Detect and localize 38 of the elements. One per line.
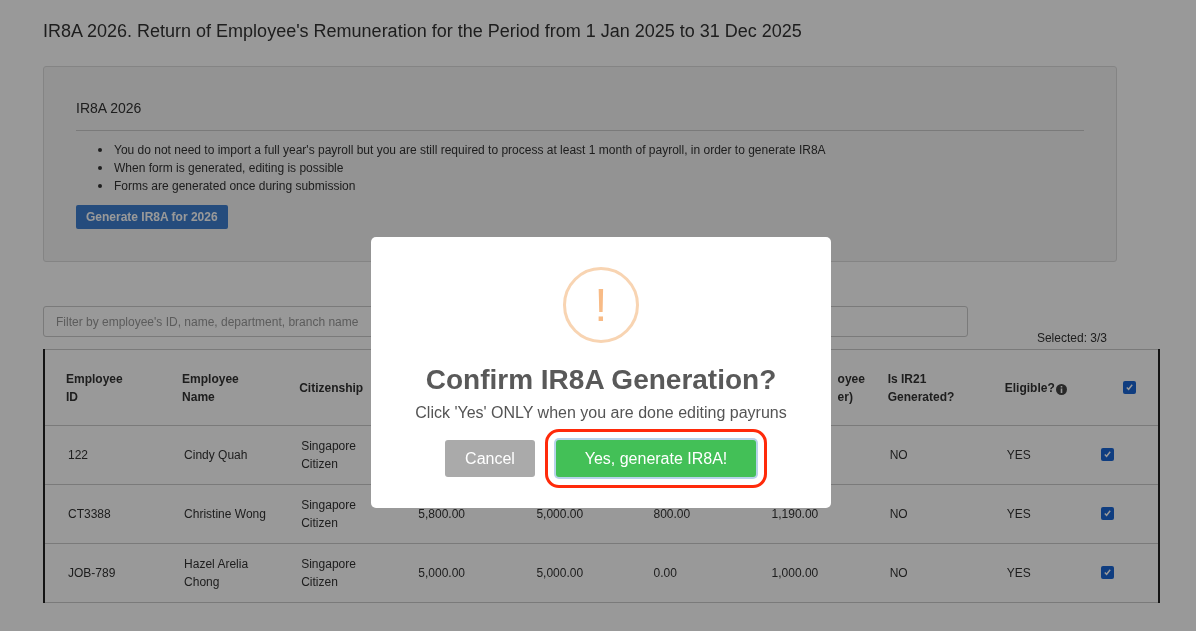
table-cell: YES (1006, 448, 1031, 462)
column-header: Employee ID (66, 371, 123, 404)
table-cell: 5,000.00 (418, 566, 465, 580)
table-cell: 5,000.00 (536, 507, 584, 521)
column-header: oyee er) (837, 370, 865, 406)
note-text: Forms are generated once during submission (114, 178, 356, 195)
page-title: IR8A 2026. Return of Employee's Remuneration for the Period from 1 Jan 2025 to 31 Dec 2025 (43, 20, 803, 42)
selected-count: Selected: 3/3 (1036, 330, 1107, 347)
table-cell: 122 (68, 448, 89, 462)
table-cell: NO (889, 566, 908, 580)
table-cell: Singapore Citizen (301, 557, 356, 589)
table-cell: JOB-789 (68, 566, 116, 580)
note-text: When form is generated, editing is possible (114, 160, 344, 177)
warning-icon: ! (563, 267, 639, 343)
table-cell: YES (1006, 566, 1031, 580)
column-header: Eligible? (1004, 380, 1055, 395)
table-cell: NO (889, 448, 908, 462)
note-text: You do not need to import a full year's payroll but you are still required to process at least 1 month of payroll, in order to generate IR8A (114, 142, 826, 159)
table-cell: 0.00 (653, 566, 677, 580)
column-header: Citizenship (299, 380, 364, 395)
table-cell: NO (889, 507, 908, 521)
table-cell: 5,000.00 (536, 566, 584, 580)
table-cell: Cindy Quah (184, 448, 248, 462)
table-cell: Singapore Citizen (301, 498, 356, 530)
table-cell: YES (1006, 507, 1031, 521)
table-cell: Singapore Citizen (301, 439, 356, 471)
dialog-message: Click 'Yes' ONLY when you are done editing payruns (415, 403, 787, 423)
table-cell: 800.00 (653, 507, 691, 521)
table-cell: CT3388 (68, 507, 111, 521)
column-header: Employee Name (182, 371, 239, 404)
panel-heading: IR8A 2026 (76, 99, 143, 117)
dialog-title: Confirm IR8A Generation? (425, 363, 777, 397)
table-cell: Christine Wong (184, 507, 266, 521)
table-cell: 1,000.00 (771, 566, 819, 580)
table-cell: 1,190.00 (771, 507, 819, 521)
column-header: Is IR21 Generated? (887, 371, 955, 404)
table-cell: 5,800.00 (418, 507, 465, 521)
table-cell: Hazel Arelia Chong (184, 557, 249, 589)
